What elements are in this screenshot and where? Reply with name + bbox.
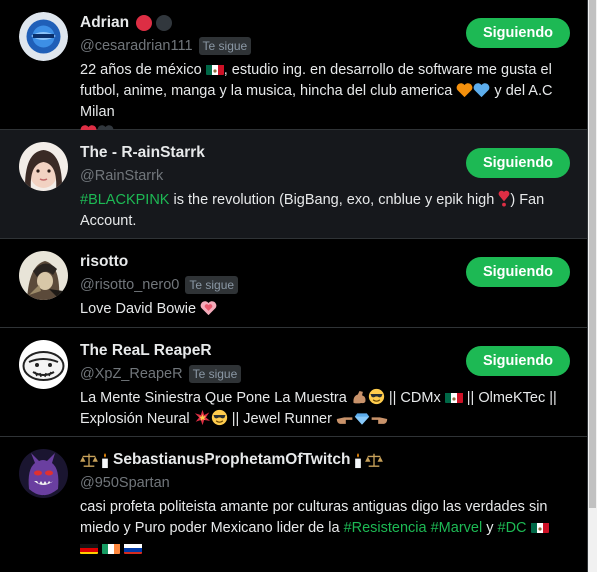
sparkling-heart-icon bbox=[200, 300, 217, 316]
hashtag-link[interactable]: #Marvel bbox=[431, 520, 483, 536]
user-handle[interactable]: @950Spartan bbox=[80, 475, 170, 491]
user-row[interactable]: The - R-ainStarrk @RainStarrk #BLACKPINK… bbox=[0, 130, 587, 239]
display-name[interactable]: SebastianusProphetamOfTwitch bbox=[113, 451, 350, 469]
pointing-hand-icon bbox=[370, 412, 388, 426]
user-bio: Love David Bowie bbox=[80, 299, 569, 320]
user-handle[interactable]: @RainStarrk bbox=[80, 168, 163, 184]
mexico-flag-icon bbox=[444, 391, 463, 403]
following-button[interactable]: Siguiendo bbox=[466, 148, 570, 178]
flexed-biceps-icon bbox=[351, 389, 368, 405]
user-bio: #BLACKPINK is the revolution (BigBang, e… bbox=[80, 190, 545, 229]
display-name[interactable]: The ReaL ReapeR bbox=[80, 342, 212, 360]
sunglasses-face-icon bbox=[368, 388, 385, 405]
avatar[interactable] bbox=[19, 340, 68, 389]
follows-you-badge: Te sigue bbox=[185, 276, 239, 294]
following-button[interactable]: Siguiendo bbox=[466, 18, 570, 48]
collision-icon bbox=[194, 409, 211, 426]
gem-icon bbox=[354, 412, 370, 426]
candle-icon bbox=[353, 452, 363, 469]
following-list: Adrian @cesaradrian111 Te sigue 22 años … bbox=[0, 0, 588, 572]
user-handle[interactable]: @cesaradrian111 bbox=[80, 38, 193, 54]
scrollbar-thumb[interactable] bbox=[589, 0, 596, 508]
russia-flag-icon bbox=[124, 542, 143, 554]
user-row[interactable]: risotto @risotto_nero0 Te sigue Love Dav… bbox=[0, 239, 587, 328]
display-name[interactable]: risotto bbox=[80, 253, 128, 271]
mexico-flag-icon bbox=[205, 63, 224, 75]
sunglasses-face-icon bbox=[211, 409, 228, 426]
heart-exclamation-icon bbox=[498, 190, 510, 207]
avatar[interactable] bbox=[19, 12, 68, 61]
display-name[interactable]: Adrian bbox=[80, 14, 129, 32]
following-button[interactable]: Siguiendo bbox=[466, 257, 570, 287]
user-bio: casi profeta politeista amante por cultu… bbox=[80, 497, 569, 560]
blue-heart-icon bbox=[473, 82, 490, 98]
hashtag-link[interactable]: #DC bbox=[498, 520, 527, 536]
pointing-hand-icon bbox=[336, 412, 354, 426]
scrollbar[interactable] bbox=[588, 0, 597, 572]
germany-flag-icon bbox=[80, 542, 98, 554]
user-row[interactable]: Adrian @cesaradrian111 Te sigue 22 años … bbox=[0, 0, 587, 140]
black-circle-icon bbox=[155, 14, 173, 32]
ireland-flag-icon bbox=[102, 542, 121, 554]
follows-you-badge: Te sigue bbox=[188, 365, 242, 383]
hashtag-link[interactable]: #BLACKPINK bbox=[80, 192, 169, 208]
mexico-flag-icon bbox=[530, 521, 549, 533]
user-handle[interactable]: @risotto_nero0 bbox=[80, 277, 179, 293]
avatar[interactable] bbox=[19, 142, 68, 191]
user-row[interactable]: SebastianusProphetamOfTwitch @950Spartan… bbox=[0, 437, 587, 572]
following-button[interactable]: Siguiendo bbox=[466, 346, 570, 376]
user-bio: La Mente Siniestra Que Pone La Muestra |… bbox=[80, 388, 557, 427]
red-circle-icon bbox=[135, 14, 153, 32]
follows-you-badge: Te sigue bbox=[198, 37, 252, 55]
avatar[interactable] bbox=[19, 251, 68, 300]
balance-scale-icon bbox=[365, 452, 384, 468]
hashtag-link[interactable]: #Resistencia bbox=[344, 520, 427, 536]
orange-heart-icon bbox=[456, 82, 473, 98]
candle-icon bbox=[100, 452, 110, 469]
avatar[interactable] bbox=[19, 449, 68, 498]
balance-scale-icon bbox=[80, 452, 98, 468]
user-handle[interactable]: @XpZ_ReapeR bbox=[80, 366, 183, 382]
display-name[interactable]: The - R-ainStarrk bbox=[80, 144, 205, 162]
user-row[interactable]: The ReaL ReapeR @XpZ_ReapeR Te sigue La … bbox=[0, 328, 587, 437]
